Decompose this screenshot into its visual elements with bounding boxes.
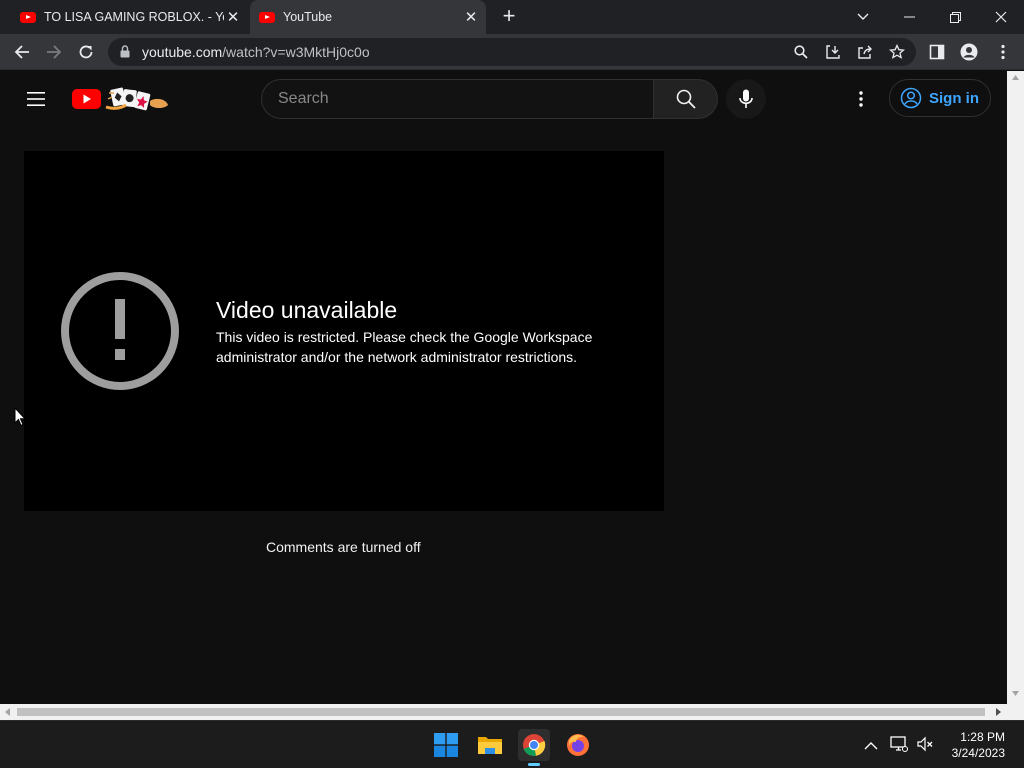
windows-taskbar: 1:28 PM 3/24/2023 <box>0 720 1024 768</box>
browser-toolbar: youtube.com/watch?v=w3MktHj0c0o <box>0 34 1024 70</box>
youtube-favicon-icon <box>20 11 36 23</box>
youtube-page: Sign in Video unavailable This video is … <box>0 71 1007 704</box>
mouse-cursor-icon <box>14 407 26 427</box>
restore-icon <box>949 11 961 23</box>
search-icon <box>676 89 696 109</box>
minimize-button[interactable] <box>886 0 932 34</box>
url-host: youtube.com <box>142 44 223 60</box>
network-icon <box>890 736 908 752</box>
tab-youtube[interactable]: YouTube ✕ <box>250 0 486 34</box>
search-box[interactable] <box>261 79 654 119</box>
minimize-icon <box>903 16 915 18</box>
profile-icon <box>960 43 978 61</box>
chevron-down-icon <box>857 13 869 20</box>
close-window-button[interactable] <box>978 0 1024 34</box>
video-player[interactable]: Video unavailable This video is restrict… <box>24 151 664 511</box>
firefox-icon <box>567 734 589 756</box>
active-app-indicator <box>528 763 540 766</box>
scroll-left-arrow-icon[interactable] <box>5 708 10 716</box>
sign-in-button[interactable]: Sign in <box>889 79 991 117</box>
scroll-down-arrow-icon[interactable] <box>1012 691 1019 696</box>
horizontal-scrollbar[interactable] <box>0 704 1024 720</box>
vertical-scrollbar[interactable] <box>1007 71 1024 704</box>
youtube-logo-link[interactable] <box>72 87 170 111</box>
lock-icon[interactable] <box>120 45 130 58</box>
close-tab-icon[interactable]: ✕ <box>224 8 242 26</box>
share-button[interactable] <box>854 42 876 62</box>
tab-roblox-video[interactable]: TO LISA GAMING ROBLOX. - YouTube ✕ <box>0 0 248 34</box>
windows-start-icon <box>434 733 458 757</box>
install-app-button[interactable] <box>822 42 844 62</box>
close-icon <box>995 11 1007 23</box>
reload-icon <box>79 45 93 59</box>
error-alert-icon <box>61 272 179 390</box>
account-circle-icon <box>900 87 922 109</box>
search-icon <box>794 45 808 59</box>
chrome-menu-button[interactable] <box>988 34 1018 70</box>
volume-button[interactable] <box>916 735 936 755</box>
more-vert-icon <box>1001 44 1005 60</box>
close-tab-icon[interactable]: ✕ <box>462 8 480 26</box>
hamburger-menu-icon <box>27 92 45 106</box>
error-title: Video unavailable <box>216 297 398 323</box>
arrow-right-icon <box>47 45 62 59</box>
search-button[interactable] <box>654 79 718 119</box>
show-hidden-icons-button[interactable] <box>864 737 880 753</box>
chrome-icon <box>523 734 546 756</box>
sign-in-label: Sign in <box>929 89 979 107</box>
search-input[interactable] <box>278 90 638 108</box>
start-button[interactable] <box>430 729 462 761</box>
profile-button[interactable] <box>954 34 984 70</box>
arrow-left-icon <box>14 45 29 59</box>
side-panel-button[interactable] <box>922 34 952 70</box>
youtube-doodle-logo-icon <box>72 87 168 111</box>
file-explorer-icon <box>478 737 502 754</box>
address-bar[interactable]: youtube.com/watch?v=w3MktHj0c0o <box>108 38 916 66</box>
share-icon <box>858 45 872 59</box>
file-explorer-button[interactable] <box>474 729 506 761</box>
horizontal-scroll-thumb[interactable] <box>17 708 985 716</box>
firefox-button[interactable] <box>562 729 594 761</box>
scroll-right-arrow-icon[interactable] <box>996 708 1001 716</box>
install-icon <box>826 45 840 59</box>
comments-disabled-message: Comments are turned off <box>266 539 421 555</box>
guide-menu-button[interactable] <box>22 85 50 113</box>
settings-menu-button[interactable] <box>850 88 872 110</box>
reload-button[interactable] <box>71 34 101 70</box>
url-text[interactable]: youtube.com/watch?v=w3MktHj0c0o <box>142 44 370 60</box>
more-vert-icon <box>859 91 863 107</box>
star-icon <box>889 44 905 59</box>
new-tab-button[interactable]: + <box>498 5 520 29</box>
chrome-taskbar-button[interactable] <box>518 729 550 761</box>
scroll-up-arrow-icon[interactable] <box>1012 75 1019 80</box>
url-path: /watch?v=w3MktHj0c0o <box>222 44 370 60</box>
system-clock[interactable]: 1:28 PM 3/24/2023 <box>952 729 1005 761</box>
network-status-button[interactable] <box>890 735 910 755</box>
speaker-muted-icon <box>917 736 933 752</box>
browser-tab-strip: TO LISA GAMING ROBLOX. - YouTube ✕ YouTu… <box>0 0 1024 34</box>
microphone-icon <box>739 89 753 108</box>
back-button[interactable] <box>7 34 37 70</box>
tab-title: YouTube <box>283 10 333 24</box>
clock-time: 1:28 PM <box>960 730 1005 744</box>
side-panel-icon <box>929 44 945 60</box>
voice-search-button[interactable] <box>726 79 766 119</box>
bookmark-button[interactable] <box>886 42 908 62</box>
tab-title: TO LISA GAMING ROBLOX. - YouTube <box>44 10 224 24</box>
tab-search-button[interactable] <box>840 0 886 34</box>
chevron-up-icon <box>864 742 878 750</box>
error-message: This video is restricted. Please check t… <box>216 329 593 365</box>
restore-button[interactable] <box>932 0 978 34</box>
zoom-search-button[interactable] <box>790 42 812 62</box>
youtube-favicon-icon <box>259 11 275 23</box>
clock-date: 3/24/2023 <box>951 746 1005 760</box>
forward-button[interactable] <box>39 34 69 70</box>
